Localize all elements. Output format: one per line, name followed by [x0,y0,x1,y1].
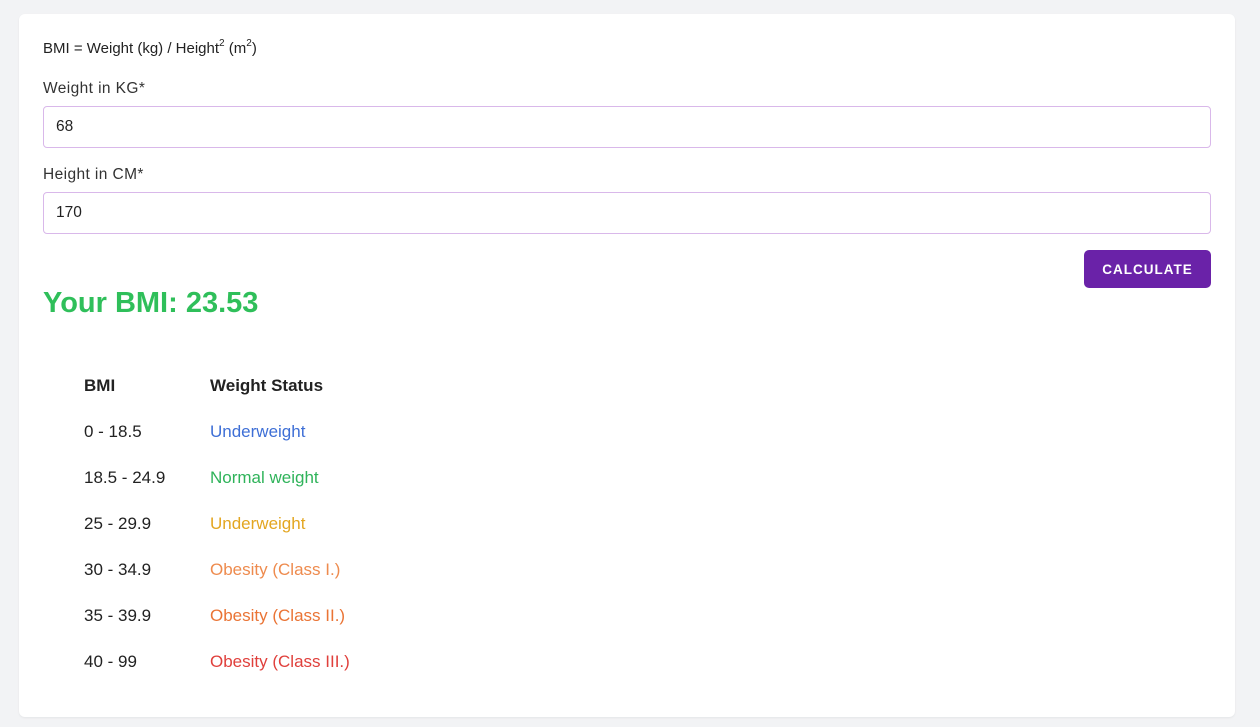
weight-status: Obesity (Class I.) [210,560,341,579]
header-bmi: BMI [84,376,116,395]
formula-suffix: ) [251,40,257,57]
header-weight-status: Weight Status [210,376,324,395]
calculate-button[interactable]: CALCULATE [1084,250,1211,288]
bmi-range: 40 - 99 [84,652,137,671]
bmi-range: 35 - 39.9 [84,606,152,625]
bmi-range: 25 - 29.9 [84,514,152,533]
formula-prefix: BMI = Weight (kg) / Height [43,40,220,57]
weight-status: Normal weight [210,468,319,487]
weight-status: Underweight [210,514,306,533]
weight-status: Obesity (Class II.) [210,606,346,625]
weight-label: Weight in KG* [43,80,146,97]
bmi-range: 0 - 18.5 [84,422,142,441]
formula-middle: (m [224,40,247,57]
weight-status: Obesity (Class III.) [210,652,350,671]
bmi-formula: BMI = Weight (kg) / Height2 (m2) [43,38,257,57]
bmi-calculator-card: BMI = Weight (kg) / Height2 (m2) Weight … [19,14,1235,717]
weight-input[interactable] [43,106,1211,148]
bmi-result: Your BMI: 23.53 [43,287,259,319]
height-label: Height in CM* [43,166,144,183]
height-input[interactable] [43,192,1211,234]
bmi-range: 18.5 - 24.9 [84,468,166,487]
weight-status: Underweight [210,422,306,441]
bmi-range: 30 - 34.9 [84,560,152,579]
formula-exponent-meter: 2 [246,38,252,49]
formula-exponent-height: 2 [219,38,225,49]
